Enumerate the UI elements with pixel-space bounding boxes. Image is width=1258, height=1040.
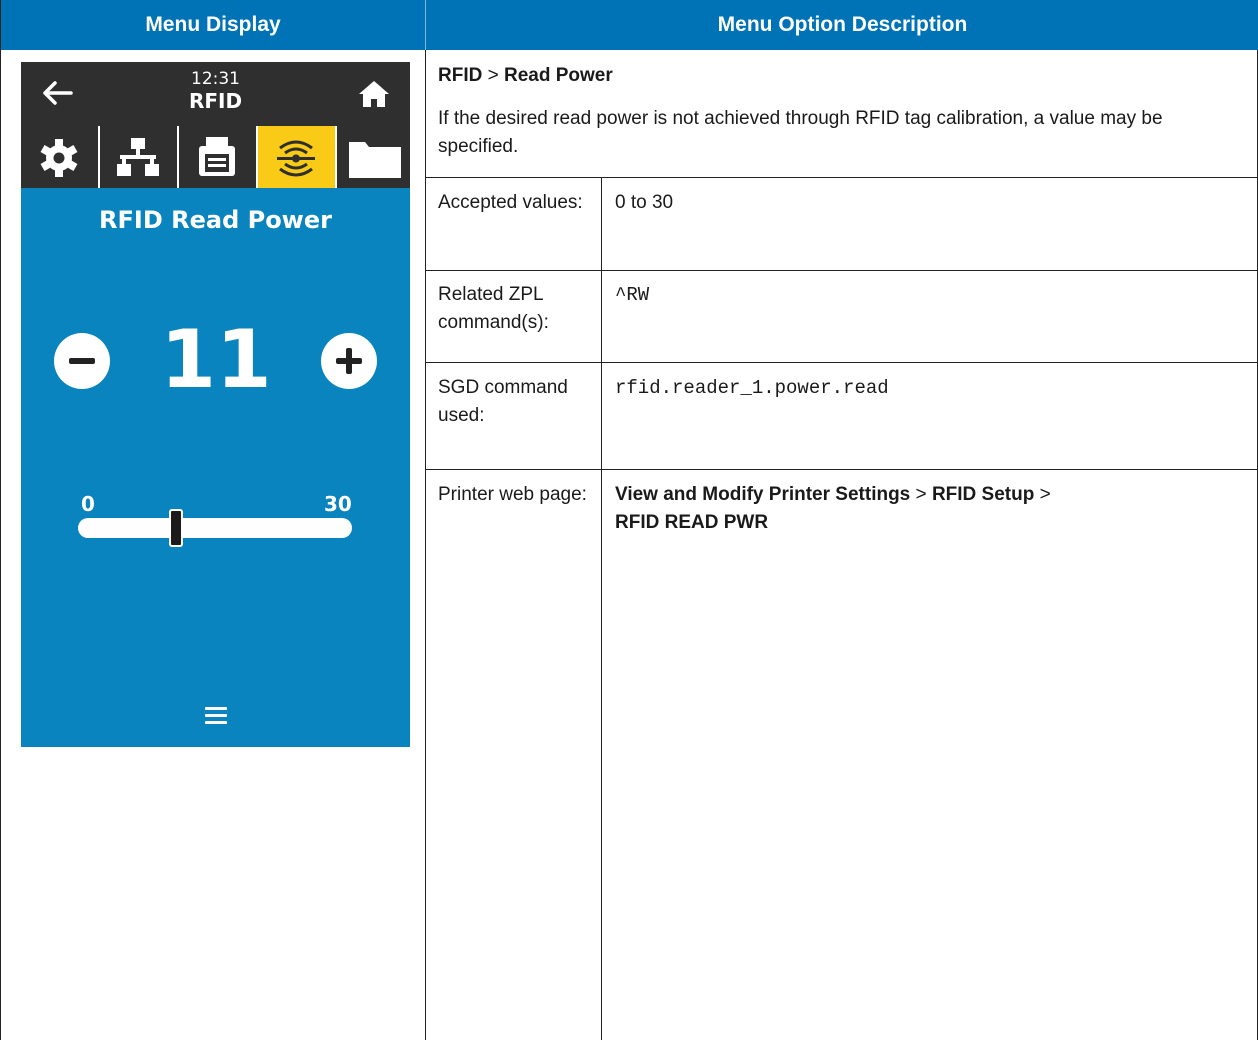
web-page-path: View and Modify Printer Settings > RFID …	[615, 481, 1235, 537]
sgd-command-label: SGD command used:	[438, 377, 568, 426]
accepted-values-label: Accepted values:	[438, 192, 583, 213]
menu-table: Menu Display Menu Option Description 12:…	[0, 0, 1258, 1040]
tab-settings[interactable]	[21, 126, 98, 188]
rfid-icon	[277, 140, 315, 177]
menu-path-read-power: Read Power	[504, 65, 613, 86]
increase-button[interactable]	[321, 333, 377, 389]
clock: 12:31	[191, 69, 240, 89]
network-icon	[117, 138, 159, 176]
menu-tabs	[21, 126, 410, 188]
tab-network[interactable]	[100, 126, 177, 188]
description-text: If the desired read power is not achieve…	[438, 108, 1163, 157]
print-icon	[199, 137, 235, 176]
web-path-rfid-read-pwr: RFID READ PWR	[615, 512, 769, 533]
row-divider	[426, 362, 1258, 363]
decrease-button[interactable]	[54, 333, 110, 389]
tab-print[interactable]	[179, 126, 256, 188]
tab-storage[interactable]	[337, 126, 410, 188]
header-menu-display: Menu Display	[1, 0, 425, 50]
accepted-values: 0 to 30	[615, 192, 674, 213]
zpl-command: ^RW	[615, 284, 650, 306]
row-divider	[426, 270, 1258, 271]
setting-title: RFID Read Power	[99, 206, 332, 234]
tab-rfid[interactable]	[258, 126, 335, 188]
top-bar: 12:31 RFID	[21, 62, 410, 126]
menu-path: RFID > Read Power	[438, 65, 613, 87]
inner-column-divider	[601, 177, 602, 1040]
menu-path-rfid: RFID	[438, 65, 483, 86]
row-divider	[426, 177, 1258, 178]
printer-screen: 12:31 RFID RFID Read Power 11 0 30	[21, 62, 410, 747]
row-divider	[426, 469, 1258, 470]
web-path-rfid-setup: RFID Setup	[931, 484, 1035, 505]
folder-icon	[349, 142, 401, 178]
web-path-view-modify: View and Modify Printer Settings	[615, 484, 911, 505]
screen-title: RFID	[188, 89, 243, 113]
header-menu-option-description: Menu Option Description	[426, 0, 1258, 50]
range-max-label: 30	[324, 492, 352, 516]
zpl-command-label: Related ZPL command(s):	[438, 284, 549, 333]
path-separator: >	[915, 484, 927, 505]
column-divider	[425, 50, 426, 1040]
path-separator: >	[487, 65, 499, 86]
hamburger-menu-icon[interactable]	[205, 707, 227, 725]
sgd-command: rfid.reader_1.power.read	[615, 377, 889, 399]
range-min-label: 0	[81, 492, 95, 516]
path-separator: >	[1039, 484, 1051, 505]
home-icon[interactable]	[358, 79, 390, 109]
settings-icon	[40, 139, 78, 177]
web-page-label: Printer web page:	[438, 484, 587, 505]
slider-thumb[interactable]	[169, 509, 183, 547]
current-value: 11	[160, 313, 272, 406]
power-slider[interactable]	[78, 509, 352, 547]
